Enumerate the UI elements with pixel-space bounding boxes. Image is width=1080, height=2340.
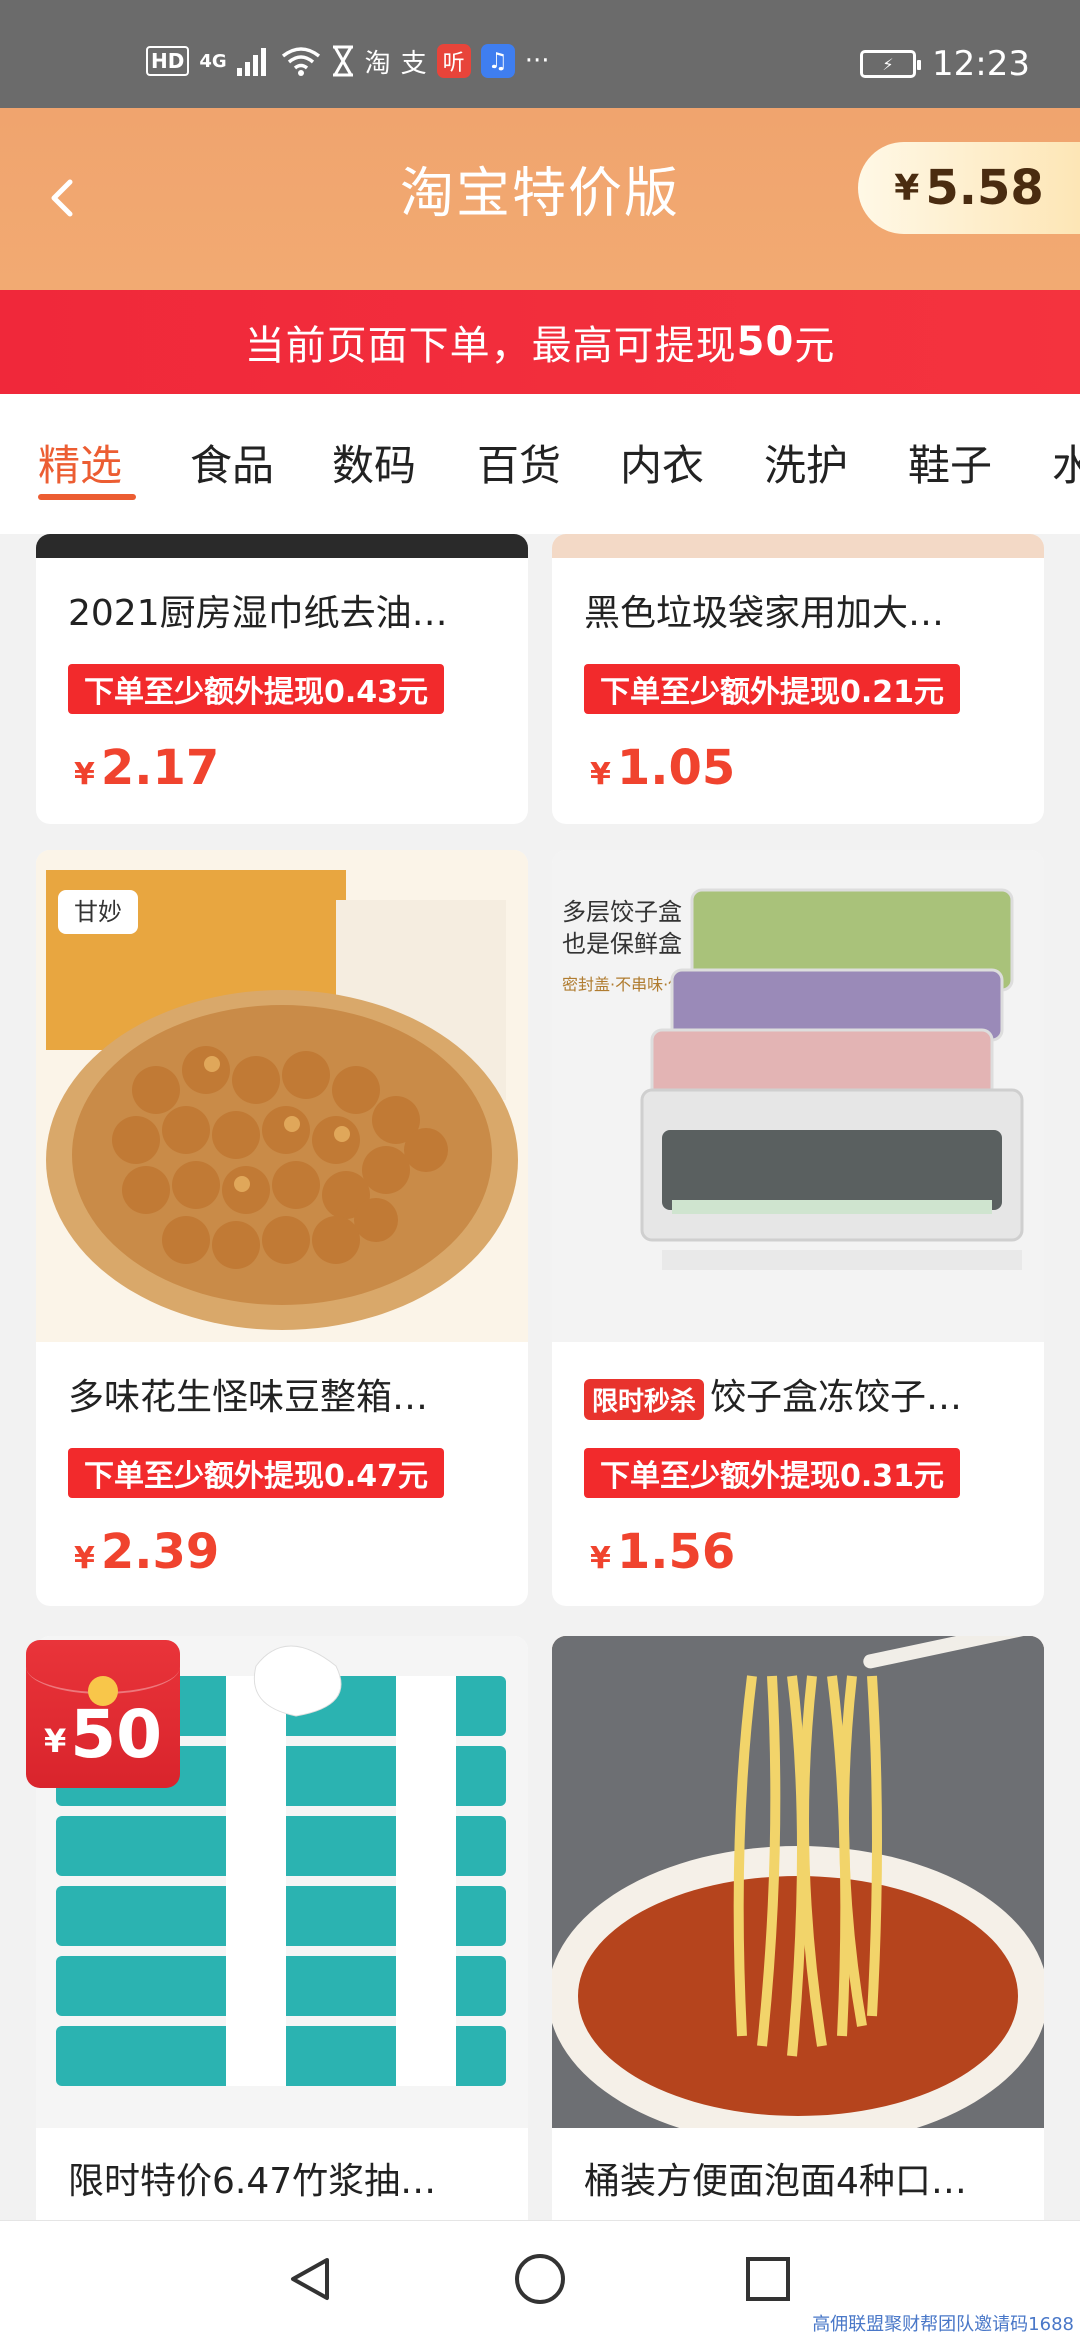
product-card[interactable]: 2021厨房湿巾纸去油… 下单至少额外提现0.43元 ¥2.17 <box>36 534 528 824</box>
hourglass-icon <box>331 44 355 78</box>
tab-toiletries[interactable]: 洗护 <box>764 432 848 493</box>
product-title-row: 限时秒杀 饺子盒冻饺子… <box>584 1368 1016 1420</box>
currency-symbol: ¥ <box>74 1541 95 1576</box>
product-price: ¥1.05 <box>590 740 735 796</box>
system-navigation-bar: 高佣联盟聚财帮团队邀请码1688 <box>0 2220 1080 2340</box>
product-image <box>36 534 528 558</box>
product-card[interactable]: 甘妙 多味花生怪味豆整箱… 下单至少额外提现0.47元 ¥2.39 <box>36 850 528 1606</box>
coupon-amount: 50 <box>70 1696 163 1773</box>
music-app-icon: ♫ <box>480 44 515 78</box>
product-card[interactable]: 多层饺子盒 也是保鲜盒 密封盖·不串味·保新鲜 限时秒杀 饺子盒冻饺子… 下单至少… <box>552 850 1044 1606</box>
product-title: 饺子盒冻饺子… <box>710 1377 963 1418</box>
nav-recents-button[interactable] <box>744 2255 792 2307</box>
network-type-label: 4G <box>199 50 227 72</box>
product-image: 甘妙 <box>36 850 528 1342</box>
banner-amount: 50 <box>736 319 795 365</box>
tab-water[interactable]: 水 <box>1052 432 1080 493</box>
ting-app-icon: 听 <box>436 44 471 78</box>
taobao-app-icon: 淘 <box>364 48 391 79</box>
tab-digital[interactable]: 数码 <box>332 432 416 493</box>
coupon-currency: ¥ <box>43 1722 67 1760</box>
cashback-tag: 下单至少额外提现0.47元 <box>68 1448 445 1498</box>
product-title: 限时特价6.47竹浆抽… <box>68 2161 437 2202</box>
status-bar: HD 4G 淘 支 听 ♫ ··· ⚡ 12:23 <box>0 0 1080 108</box>
product-title: 桶装方便面泡面4种口… <box>584 2161 967 2202</box>
product-price: ¥2.39 <box>74 1524 219 1580</box>
cashback-tag: 下单至少额外提现0.43元 <box>68 664 445 714</box>
flash-sale-badge: 限时秒杀 <box>584 1378 705 1420</box>
banner-text-suffix: 元 <box>794 323 836 369</box>
category-tabs: 精选 食品 数码 百货 内衣 洗护 鞋子 水 <box>0 394 1080 534</box>
alipay-app-icon: 支 <box>400 48 427 79</box>
tab-food[interactable]: 食品 <box>190 432 274 493</box>
nav-home-button[interactable] <box>513 2252 567 2310</box>
cashback-tag: 下单至少额外提现0.21元 <box>584 664 961 714</box>
instant-noodles-image <box>552 1636 1044 2146</box>
cash-coupon-badge: ¥50 <box>26 1640 180 1788</box>
header: 淘宝特价版 ¥ 5.58 <box>0 108 1080 290</box>
square-recents-icon <box>746 2257 790 2301</box>
cashout-banner: 当前页面下单，最高可提现 50 元 <box>0 290 1080 394</box>
product-price: ¥2.17 <box>74 740 219 796</box>
nav-back-button[interactable] <box>285 2254 335 2308</box>
wifi-icon <box>281 44 321 78</box>
product-card[interactable]: 桶装方便面泡面4种口… <box>552 1636 1044 2236</box>
signal-icon <box>236 44 271 78</box>
balance-amount: 5.58 <box>925 160 1044 216</box>
status-icons-right: ⚡ 12:23 <box>860 44 1030 84</box>
dumpling-box-image: 多层饺子盒 也是保鲜盒 密封盖·不串味·保新鲜 <box>552 850 1044 1342</box>
price-value: 2.17 <box>100 740 220 796</box>
cashback-tag: 下单至少额外提现0.31元 <box>584 1448 961 1498</box>
image-headline: 多层饺子盒 <box>562 898 682 926</box>
tab-featured[interactable]: 精选 <box>38 432 122 493</box>
brand-logo-text: 甘妙 <box>74 898 122 926</box>
price-value: 1.05 <box>616 740 736 796</box>
product-image <box>552 1636 1044 2146</box>
product-image <box>552 534 1044 558</box>
product-title: 多味花生怪味豆整箱… <box>68 1377 429 1418</box>
price-value: 1.56 <box>616 1524 736 1580</box>
banner-text-prefix: 当前页面下单，最高可提现 <box>244 323 737 369</box>
more-notifications-icon: ··· <box>524 46 550 76</box>
currency-symbol: ¥ <box>590 757 611 792</box>
product-title: 2021厨房湿巾纸去油… <box>68 593 448 634</box>
image-subheadline: 也是保鲜盒 <box>562 930 682 958</box>
status-icons-left: HD 4G 淘 支 听 ♫ ··· <box>146 44 550 79</box>
tab-general-goods[interactable]: 百货 <box>477 432 561 493</box>
product-price: ¥1.56 <box>590 1524 735 1580</box>
battery-icon: ⚡ <box>860 50 922 78</box>
peanut-snack-image: 甘妙 <box>36 850 528 1342</box>
product-title: 黑色垃圾袋家用加大… <box>584 593 945 634</box>
active-tab-indicator <box>38 494 136 500</box>
balance-pill[interactable]: ¥ 5.58 <box>858 142 1080 234</box>
tab-shoes[interactable]: 鞋子 <box>908 432 992 493</box>
circle-home-icon <box>515 2254 565 2304</box>
clock: 12:23 <box>932 44 1030 84</box>
tab-underwear[interactable]: 内衣 <box>620 432 704 493</box>
price-value: 2.39 <box>100 1524 220 1580</box>
currency-symbol: ¥ <box>74 757 95 792</box>
triangle-back-icon <box>291 2258 329 2300</box>
product-card[interactable]: 黑色垃圾袋家用加大… 下单至少额外提现0.21元 ¥1.05 <box>552 534 1044 824</box>
product-image: 多层饺子盒 也是保鲜盒 密封盖·不串味·保新鲜 <box>552 850 1044 1342</box>
balance-currency: ¥ <box>894 167 920 209</box>
currency-symbol: ¥ <box>590 1541 611 1576</box>
hd-icon: HD <box>146 46 190 76</box>
watermark-text: 高佣联盟聚财帮团队邀请码1688 <box>812 2314 1074 2335</box>
